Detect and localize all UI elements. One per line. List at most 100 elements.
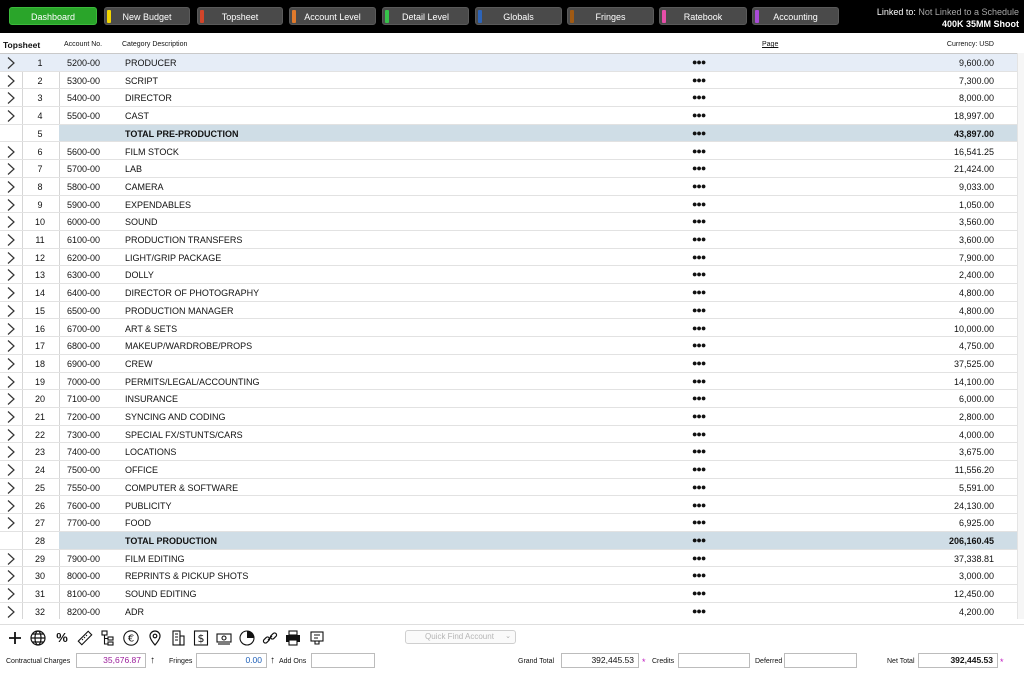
chevron-right-icon[interactable] bbox=[4, 587, 18, 601]
chevron-right-icon[interactable] bbox=[4, 304, 18, 318]
ruler-icon[interactable] bbox=[76, 629, 94, 647]
net-total-field[interactable]: 392,445.53 bbox=[918, 653, 998, 668]
globe-icon[interactable] bbox=[29, 629, 47, 647]
more-dots-icon[interactable]: ●●● bbox=[692, 429, 706, 439]
account-row[interactable]: 8 5800-00 CAMERA ●●● 9,033.00 bbox=[0, 178, 1024, 196]
more-dots-icon[interactable]: ●●● bbox=[692, 269, 706, 279]
more-dots-icon[interactable]: ●●● bbox=[692, 393, 706, 403]
grand-total-field[interactable]: 392,445.53 bbox=[561, 653, 639, 668]
total-row[interactable]: 28 TOTAL PRODUCTION ●●● 206,160.45 bbox=[0, 531, 1024, 550]
chevron-right-icon[interactable] bbox=[4, 268, 18, 282]
account-row[interactable]: 21 7200-00 SYNCING AND CODING ●●● 2,800.00 bbox=[0, 408, 1024, 426]
account-row[interactable]: 25 7550-00 COMPUTER & SOFTWARE ●●● 5,591.00 bbox=[0, 479, 1024, 497]
account-row[interactable]: 19 7000-00 PERMITS/LEGAL/ACCOUNTING ●●● 14,1… bbox=[0, 373, 1024, 391]
chevron-right-icon[interactable] bbox=[4, 339, 18, 353]
chevron-right-icon[interactable] bbox=[4, 375, 18, 389]
account-row[interactable]: 14 6400-00 DIRECTOR OF PHOTOGRAPHY ●●● 4,800… bbox=[0, 284, 1024, 302]
chevron-right-icon[interactable] bbox=[4, 286, 18, 300]
account-row[interactable]: 6 5600-00 FILM STOCK ●●● 16,541.25 bbox=[0, 143, 1024, 161]
chevron-right-icon[interactable] bbox=[4, 428, 18, 442]
more-dots-icon[interactable]: ●●● bbox=[692, 110, 706, 120]
chevron-right-icon[interactable] bbox=[4, 392, 18, 406]
deferred-field[interactable] bbox=[784, 653, 857, 668]
cash-icon[interactable] bbox=[215, 629, 233, 647]
more-dots-icon[interactable]: ●●● bbox=[692, 446, 706, 456]
account-row[interactable]: 10 6000-00 SOUND ●●● 3,560.00 bbox=[0, 213, 1024, 231]
link-icon[interactable] bbox=[261, 629, 279, 647]
chevron-right-icon[interactable] bbox=[4, 322, 18, 336]
more-dots-icon[interactable]: ●●● bbox=[692, 146, 706, 156]
chevron-right-icon[interactable] bbox=[4, 516, 18, 530]
account-row[interactable]: 2 5300-00 SCRIPT ●●● 7,300.00 bbox=[0, 72, 1024, 90]
chevron-right-icon[interactable] bbox=[4, 605, 18, 619]
account-row[interactable]: 7 5700-00 LAB ●●● 21,424.00 bbox=[0, 160, 1024, 178]
more-dots-icon[interactable]: ●●● bbox=[692, 216, 706, 226]
topsheet-button[interactable]: Topsheet bbox=[197, 7, 283, 25]
account-row[interactable]: 9 5900-00 EXPENDABLES ●●● 1,050.00 bbox=[0, 196, 1024, 214]
more-dots-icon[interactable]: ●●● bbox=[692, 411, 706, 421]
more-dots-icon[interactable]: ●●● bbox=[692, 482, 706, 492]
more-dots-icon[interactable]: ●●● bbox=[692, 358, 706, 368]
quick-find-account-select[interactable]: Quick Find Account ⌄ bbox=[405, 630, 516, 644]
add-ons-field[interactable] bbox=[311, 653, 375, 668]
account-row[interactable]: 20 7100-00 INSURANCE ●●● 6,000.00 bbox=[0, 390, 1024, 408]
chevron-right-icon[interactable] bbox=[4, 162, 18, 176]
arrow-up-icon[interactable]: ↑ bbox=[270, 655, 275, 666]
detail-level-button[interactable]: Detail Level bbox=[382, 7, 469, 25]
chevron-right-icon[interactable] bbox=[4, 552, 18, 566]
chevron-right-icon[interactable] bbox=[4, 109, 18, 123]
more-dots-icon[interactable]: ●●● bbox=[692, 535, 706, 545]
linked-value[interactable]: Not Linked to a Schedule bbox=[918, 7, 1019, 17]
account-row[interactable]: 4 5500-00 CAST ●●● 18,997.00 bbox=[0, 107, 1024, 125]
page-header[interactable]: Page bbox=[762, 41, 778, 48]
account-row[interactable]: 22 7300-00 SPECIAL FX/STUNTS/CARS ●●● 4,000.… bbox=[0, 426, 1024, 444]
vertical-scrollbar[interactable] bbox=[1017, 53, 1024, 619]
chevron-right-icon[interactable] bbox=[4, 198, 18, 212]
more-dots-icon[interactable]: ●●● bbox=[692, 500, 706, 510]
more-dots-icon[interactable]: ●●● bbox=[692, 163, 706, 173]
account-row[interactable]: 15 6500-00 PRODUCTION MANAGER ●●● 4,800.00 bbox=[0, 302, 1024, 320]
arrow-up-icon[interactable]: ↑ bbox=[150, 655, 155, 666]
chevron-right-icon[interactable] bbox=[4, 56, 18, 70]
chevron-right-icon[interactable] bbox=[4, 481, 18, 495]
account-row[interactable]: 1 5200-00 PRODUCER ●●● 9,600.00 bbox=[0, 54, 1024, 72]
pie-chart-icon[interactable] bbox=[238, 629, 256, 647]
chevron-right-icon[interactable] bbox=[4, 251, 18, 265]
account-no-header[interactable]: Account No. bbox=[64, 41, 102, 48]
more-dots-icon[interactable]: ●●● bbox=[692, 287, 706, 297]
hierarchy-icon[interactable] bbox=[99, 629, 117, 647]
plus-icon[interactable] bbox=[6, 629, 24, 647]
more-dots-icon[interactable]: ●●● bbox=[692, 252, 706, 262]
more-dots-icon[interactable]: ●●● bbox=[692, 181, 706, 191]
chevron-right-icon[interactable] bbox=[4, 569, 18, 583]
more-dots-icon[interactable]: ●●● bbox=[692, 588, 706, 598]
account-row[interactable]: 24 7500-00 OFFICE ●●● 11,556.20 bbox=[0, 461, 1024, 479]
new-budget-button[interactable]: New Budget bbox=[104, 7, 190, 25]
account-row[interactable]: 13 6300-00 DOLLY ●●● 2,400.00 bbox=[0, 266, 1024, 285]
chevron-right-icon[interactable] bbox=[4, 499, 18, 513]
total-row[interactable]: 5 TOTAL PRE-PRODUCTION ●●● 43,897.00 bbox=[0, 124, 1024, 143]
chevron-right-icon[interactable] bbox=[4, 180, 18, 194]
account-level-button[interactable]: Account Level bbox=[289, 7, 376, 25]
account-row[interactable]: 31 8100-00 SOUND EDITING ●●● 12,450.00 bbox=[0, 585, 1024, 603]
contractual-charges-field[interactable]: 35,676.87 bbox=[76, 653, 146, 668]
account-row[interactable]: 12 6200-00 LIGHT/GRIP PACKAGE ●●● 7,900.00 bbox=[0, 249, 1024, 267]
fringes-total-field[interactable]: 0.00 bbox=[196, 653, 267, 668]
chevron-right-icon[interactable] bbox=[4, 410, 18, 424]
chevron-right-icon[interactable] bbox=[4, 91, 18, 105]
chevron-right-icon[interactable] bbox=[4, 463, 18, 477]
euro-icon[interactable]: € bbox=[122, 629, 140, 647]
more-dots-icon[interactable]: ●●● bbox=[692, 464, 706, 474]
printer-icon[interactable] bbox=[284, 629, 302, 647]
more-dots-icon[interactable]: ●●● bbox=[692, 517, 706, 527]
account-row[interactable]: 29 7900-00 FILM EDITING ●●● 37,338.81 bbox=[0, 550, 1024, 568]
location-pin-icon[interactable] bbox=[146, 629, 164, 647]
more-dots-icon[interactable]: ●●● bbox=[692, 57, 706, 67]
building-icon[interactable] bbox=[169, 629, 187, 647]
more-dots-icon[interactable]: ●●● bbox=[692, 340, 706, 350]
chevron-right-icon[interactable] bbox=[4, 445, 18, 459]
more-dots-icon[interactable]: ●●● bbox=[692, 606, 706, 616]
ratebook-button[interactable]: Ratebook bbox=[659, 7, 747, 25]
chevron-right-icon[interactable] bbox=[4, 357, 18, 371]
account-row[interactable]: 16 6700-00 ART & SETS ●●● 10,000.00 bbox=[0, 320, 1024, 338]
